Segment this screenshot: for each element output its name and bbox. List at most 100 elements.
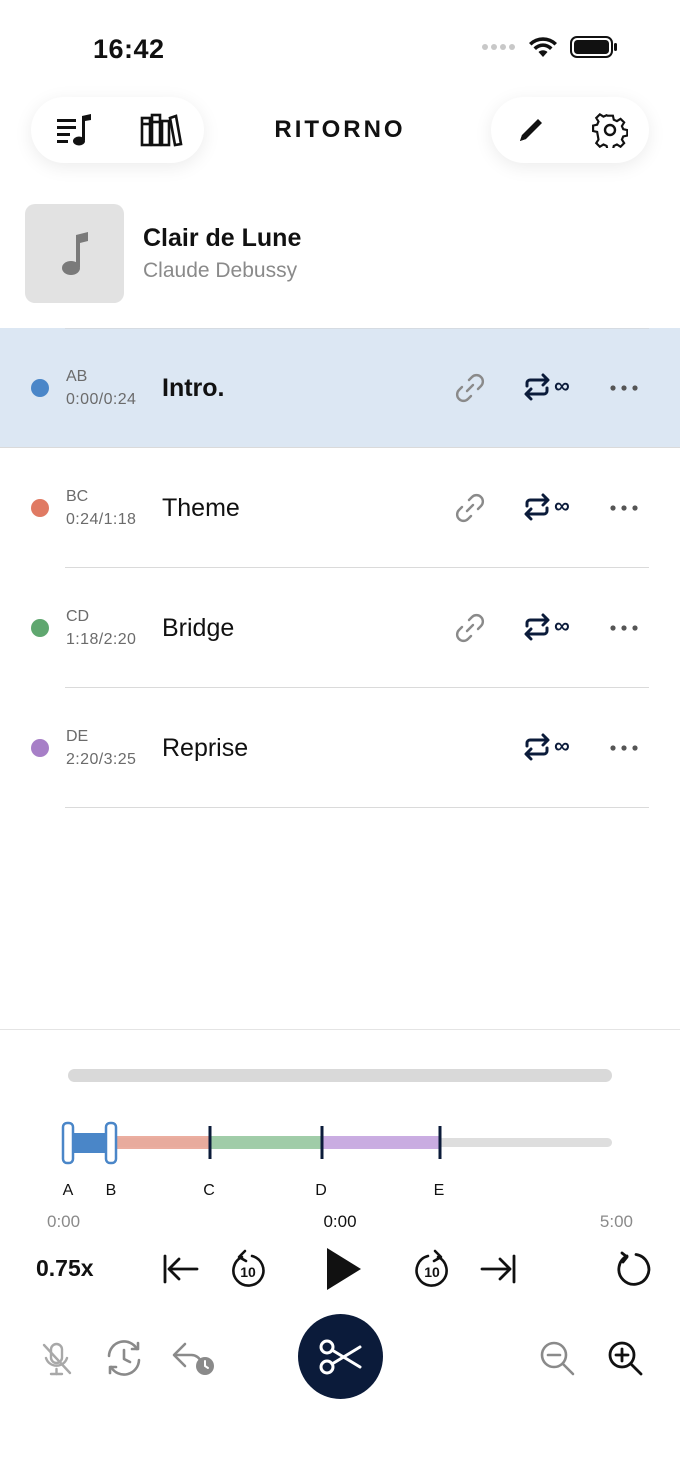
timeline-end: 5:00 bbox=[599, 1212, 633, 1231]
scissors-icon bbox=[319, 1339, 361, 1374]
segment-range: 2:20/3:25 bbox=[66, 751, 137, 768]
segment-row[interactable]: AB 0:00/0:24 Intro. ∞ bbox=[0, 328, 680, 448]
forward-seconds: 10 bbox=[424, 1264, 440, 1280]
segment-code: BC bbox=[66, 488, 89, 505]
jump-start-icon bbox=[163, 1254, 199, 1284]
undo-history-button[interactable] bbox=[168, 1336, 218, 1380]
row-divider bbox=[65, 807, 649, 808]
rewind-10-icon: 10 bbox=[232, 1249, 265, 1287]
pencil-icon bbox=[519, 119, 542, 141]
segment-name: Reprise bbox=[162, 734, 249, 762]
scroll-track[interactable] bbox=[68, 1069, 612, 1082]
speed-button[interactable]: 0.75x bbox=[36, 1255, 94, 1282]
segment-range: 0:24/1:18 bbox=[66, 511, 137, 528]
more-button[interactable] bbox=[606, 734, 642, 767]
segment-list: AB 0:00/0:24 Intro. ∞ BC 0:24/1:18 Theme… bbox=[0, 328, 680, 808]
settings-button[interactable] bbox=[584, 104, 636, 156]
segment-timeline[interactable] bbox=[0, 1115, 680, 1171]
segment-color-dot bbox=[31, 379, 49, 397]
gear-icon bbox=[591, 112, 628, 148]
cut-button[interactable] bbox=[298, 1314, 383, 1399]
segment-range: 0:00/0:24 bbox=[66, 391, 137, 408]
signal-icon bbox=[482, 44, 515, 50]
segment-range: 1:18/2:20 bbox=[66, 631, 137, 648]
marker-d-tick bbox=[320, 1126, 324, 1159]
link-button[interactable] bbox=[452, 490, 488, 531]
loop-button[interactable]: ∞ bbox=[522, 732, 570, 762]
marker-label-a: A bbox=[62, 1182, 74, 1199]
loop-button[interactable]: ∞ bbox=[522, 492, 570, 522]
player-divider bbox=[0, 1029, 680, 1030]
zoom-out-icon bbox=[540, 1341, 575, 1376]
history-button[interactable] bbox=[101, 1336, 147, 1380]
song-artist: Claude Debussy bbox=[143, 259, 298, 282]
segment-color-dot bbox=[31, 499, 49, 517]
row-divider bbox=[65, 328, 649, 329]
status-time: 16:42 bbox=[93, 34, 165, 64]
repeat-icon bbox=[524, 373, 550, 401]
infinity-label: ∞ bbox=[554, 373, 570, 398]
song-title: Clair de Lune bbox=[143, 224, 302, 252]
marker-label-c: C bbox=[203, 1182, 215, 1199]
segment-name: Intro. bbox=[162, 374, 225, 402]
link-button[interactable] bbox=[452, 610, 488, 651]
marker-e-tick bbox=[438, 1126, 442, 1159]
jump-to-end-button[interactable] bbox=[477, 1249, 521, 1289]
segment-row[interactable]: CD 1:18/2:20 Bridge ∞ bbox=[0, 568, 680, 688]
play-button[interactable] bbox=[316, 1242, 368, 1296]
segment-row[interactable]: BC 0:24/1:18 Theme ∞ bbox=[0, 448, 680, 568]
music-note-icon bbox=[61, 231, 88, 275]
forward-10-icon: 10 bbox=[415, 1249, 448, 1287]
segment-color-dot bbox=[31, 739, 49, 757]
marker-b-handle bbox=[104, 1121, 118, 1165]
wifi-icon bbox=[529, 37, 557, 57]
segment-color-dot bbox=[31, 619, 49, 637]
edit-button[interactable] bbox=[505, 104, 557, 156]
link-icon bbox=[456, 494, 484, 522]
zoom-in-button[interactable] bbox=[603, 1336, 647, 1380]
forward-button[interactable]: 10 bbox=[410, 1246, 454, 1292]
marker-label-e: E bbox=[433, 1182, 445, 1199]
marker-label-b: B bbox=[105, 1182, 117, 1199]
more-button[interactable] bbox=[606, 614, 642, 647]
segment-code: AB bbox=[66, 368, 88, 385]
timeline-current: 0:00 bbox=[323, 1212, 357, 1231]
more-button[interactable] bbox=[606, 494, 642, 527]
link-icon bbox=[456, 614, 484, 642]
ellipsis-icon bbox=[610, 745, 638, 751]
header-right-group bbox=[491, 97, 649, 163]
infinity-label: ∞ bbox=[554, 493, 570, 518]
reset-icon bbox=[617, 1251, 651, 1286]
history-icon bbox=[107, 1340, 141, 1376]
restart-button[interactable] bbox=[612, 1247, 656, 1291]
infinity-label: ∞ bbox=[554, 613, 570, 638]
rewind-seconds: 10 bbox=[240, 1264, 256, 1280]
timeline-segment-bc bbox=[112, 1136, 210, 1149]
jump-end-icon bbox=[480, 1254, 516, 1284]
ellipsis-icon bbox=[610, 385, 638, 391]
timeline-segment-de bbox=[322, 1136, 440, 1149]
mic-off-icon bbox=[42, 1342, 72, 1376]
jump-to-start-button[interactable] bbox=[158, 1249, 202, 1289]
marker-c-tick bbox=[208, 1126, 212, 1159]
timeline-segment-cd bbox=[210, 1136, 322, 1149]
more-button[interactable] bbox=[606, 374, 642, 407]
loop-button[interactable]: ∞ bbox=[522, 372, 570, 402]
segment-name: Bridge bbox=[162, 614, 235, 642]
marker-label-d: D bbox=[315, 1182, 327, 1199]
ellipsis-icon bbox=[610, 505, 638, 511]
undo-clock-icon bbox=[172, 1342, 214, 1375]
zoom-out-button[interactable] bbox=[535, 1336, 579, 1380]
link-icon bbox=[456, 374, 484, 402]
loop-button[interactable]: ∞ bbox=[522, 612, 570, 642]
marker-a-handle bbox=[61, 1121, 75, 1165]
infinity-label: ∞ bbox=[554, 733, 570, 758]
ellipsis-icon bbox=[610, 625, 638, 631]
mic-button[interactable] bbox=[36, 1338, 78, 1380]
status-icons bbox=[482, 36, 618, 58]
segment-code: DE bbox=[66, 728, 89, 745]
rewind-button[interactable]: 10 bbox=[226, 1246, 270, 1292]
link-button[interactable] bbox=[452, 370, 488, 411]
segment-name: Theme bbox=[162, 494, 240, 522]
segment-row[interactable]: DE 2:20/3:25 Reprise ∞ bbox=[0, 688, 680, 808]
